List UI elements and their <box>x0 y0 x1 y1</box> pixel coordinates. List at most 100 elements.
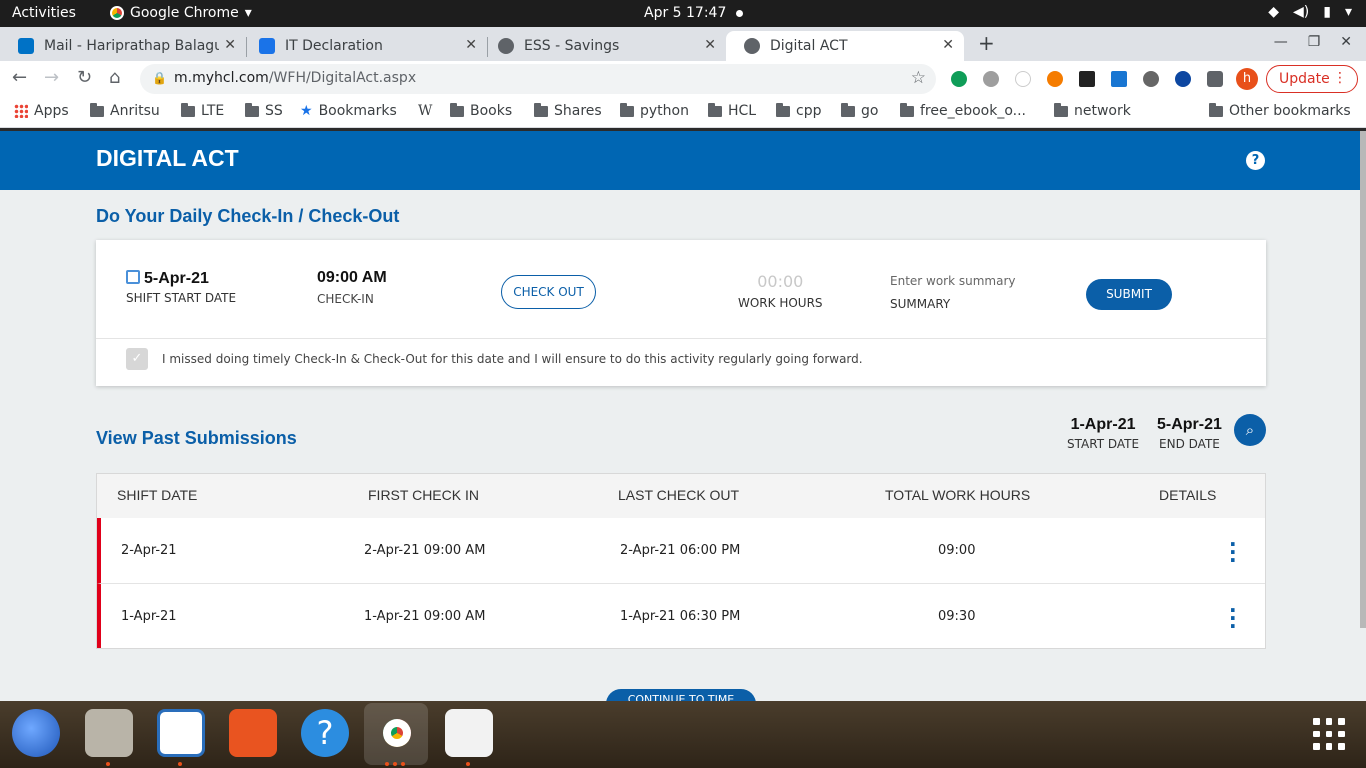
minimize-icon[interactable]: — <box>1274 34 1288 50</box>
end-date-filter[interactable]: 5-Apr-21 END DATE <box>1157 416 1222 451</box>
start-date-filter[interactable]: 1-Apr-21 START DATE <box>1067 416 1139 451</box>
chrome-icon[interactable] <box>373 709 421 757</box>
bookmark-other[interactable]: Other bookmarks <box>1209 102 1351 119</box>
bookmark-shares[interactable]: Shares <box>534 102 602 119</box>
table-row[interactable]: 1-Apr-21 1-Apr-21 09:00 AM 1-Apr-21 06:3… <box>97 583 1265 648</box>
address-bar[interactable]: 🔒 m.myhcl.com/WFH/DigitalAct.aspx ☆ <box>140 64 936 94</box>
bookmark-lte[interactable]: LTE <box>181 102 224 119</box>
show-applications-icon[interactable] <box>1313 718 1345 750</box>
bookmark-label: HCL <box>728 103 757 119</box>
extensions-puzzle-icon[interactable] <box>1207 71 1223 87</box>
summary-field[interactable]: Enter work summary SUMMARY <box>890 274 1016 311</box>
bookmark-label: SS <box>265 103 283 119</box>
dock: ? <box>0 701 1366 768</box>
profile-avatar[interactable]: h <box>1236 68 1258 90</box>
continue-button[interactable]: CONTINUE TO TIME <box>606 689 756 701</box>
column-header: DETAILS <box>1159 487 1217 503</box>
summary-input[interactable]: Enter work summary <box>890 274 1016 288</box>
extension-save-icon[interactable] <box>1111 71 1127 87</box>
extension-globe-icon[interactable] <box>983 71 999 87</box>
bookmark-python[interactable]: python <box>620 102 689 119</box>
home-icon[interactable]: ⌂ <box>109 67 120 88</box>
writer-icon[interactable] <box>157 709 205 757</box>
cell-last-check-out: 2-Apr-21 06:00 PM <box>620 543 741 558</box>
tab-mail[interactable]: Mail - Hariprathap Balagu ✕ <box>0 31 246 61</box>
help-icon[interactable]: ? <box>301 709 349 757</box>
close-icon[interactable]: ✕ <box>704 37 716 53</box>
extension-qr-icon[interactable] <box>1079 71 1095 87</box>
apps-grid-icon <box>14 104 28 118</box>
bookmark-network[interactable]: network <box>1054 102 1131 119</box>
app-menu[interactable]: Google Chrome ▾ <box>110 5 252 21</box>
extension-headphones-icon[interactable] <box>1047 71 1063 87</box>
extension-clock-icon[interactable] <box>1015 71 1031 87</box>
bookmark-label: network <box>1074 103 1131 119</box>
more-options-icon[interactable]: · · · <box>1229 534 1237 570</box>
page-title: DIGITAL ACT <box>96 145 239 171</box>
bookmark-books[interactable]: Books <box>450 102 512 119</box>
back-icon[interactable]: ← <box>12 67 27 88</box>
tab-title: IT Declaration <box>285 38 383 54</box>
bookmark-cpp[interactable]: cpp <box>776 102 821 119</box>
url-path: /WFH/DigitalAct.aspx <box>268 70 417 86</box>
notification-dot <box>736 10 743 17</box>
cell-last-check-out: 1-Apr-21 06:30 PM <box>620 609 741 624</box>
bookmark-label: python <box>640 103 689 119</box>
tab-it-declaration[interactable]: IT Declaration ✕ <box>241 31 487 61</box>
globe-icon <box>744 38 760 54</box>
bookmark-ss[interactable]: SS <box>245 102 283 119</box>
battery-icon: ▮ <box>1323 4 1331 20</box>
tab-title: ESS - Savings <box>524 38 620 54</box>
bookmark-wikipedia[interactable]: W <box>418 103 432 119</box>
bookmark-hcl[interactable]: HCL <box>708 102 757 119</box>
table-header: SHIFT DATE FIRST CHECK IN LAST CHECK OUT… <box>97 474 1265 518</box>
search-icon: ⌕ <box>1245 421 1255 439</box>
bookmark-go[interactable]: go <box>841 102 878 119</box>
files-icon[interactable] <box>85 709 133 757</box>
check-out-button[interactable]: CHECK OUT <box>501 275 596 309</box>
bookmark-bookmarks[interactable]: ★ Bookmarks <box>300 103 397 119</box>
extension-circle-icon[interactable] <box>1143 71 1159 87</box>
bookmark-apps[interactable]: Apps <box>14 103 69 119</box>
scrollbar[interactable] <box>1360 131 1366 628</box>
bookmark-free-ebook[interactable]: free_ebook_o... <box>900 102 1026 119</box>
search-button[interactable]: ⌕ <box>1234 414 1266 446</box>
bookmark-anritsu[interactable]: Anritsu <box>90 102 160 119</box>
checkin-card: 5-Apr-21 SHIFT START DATE 09:00 AM CHECK… <box>96 240 1266 386</box>
folder-icon <box>90 102 104 117</box>
forward-icon[interactable]: → <box>44 67 59 88</box>
extension-green-icon[interactable] <box>951 71 967 87</box>
submit-button[interactable]: SUBMIT <box>1086 279 1172 310</box>
tab-digital-act[interactable]: Digital ACT ✕ <box>726 31 964 61</box>
more-options-icon[interactable]: · · · <box>1229 600 1237 636</box>
help-icon[interactable]: ? <box>1246 151 1265 170</box>
work-hours-value: 00:00 <box>757 272 804 291</box>
folder-icon <box>1054 102 1068 117</box>
reload-icon[interactable]: ↻ <box>77 67 92 88</box>
restore-icon[interactable]: ❐ <box>1308 34 1321 50</box>
running-indicator <box>178 762 182 766</box>
submissions-table: SHIFT DATE FIRST CHECK IN LAST CHECK OUT… <box>96 473 1266 649</box>
cell-shift-date: 1-Apr-21 <box>121 609 177 624</box>
thunderbird-icon[interactable] <box>12 709 60 757</box>
close-icon[interactable]: ✕ <box>942 37 954 53</box>
software-center-icon[interactable] <box>229 709 277 757</box>
activities-button[interactable]: Activities <box>12 5 76 21</box>
extension-eye-icon[interactable] <box>1175 71 1191 87</box>
star-icon[interactable]: ☆ <box>911 68 926 88</box>
close-icon[interactable]: ✕ <box>465 37 477 53</box>
close-icon[interactable]: ✕ <box>224 37 236 53</box>
new-tab-button[interactable]: + <box>978 31 995 55</box>
acknowledge-checkbox[interactable]: ✓ <box>126 348 148 370</box>
tab-ess-savings[interactable]: ESS - Savings ✕ <box>480 31 726 61</box>
close-icon[interactable]: ✕ <box>1340 34 1352 50</box>
cell-total-hours: 09:30 <box>938 609 976 624</box>
tab-strip: Mail - Hariprathap Balagu ✕ IT Declarati… <box>0 27 1366 61</box>
update-button[interactable]: Update ⋮ <box>1266 65 1358 93</box>
clock[interactable]: Apr 5 17:47 <box>644 5 726 21</box>
app-menu-label: Google Chrome <box>130 5 239 21</box>
text-editor-icon[interactable] <box>445 709 493 757</box>
system-tray[interactable]: ◆ ◀) ▮ ▾ <box>1268 4 1352 20</box>
table-row[interactable]: 2-Apr-21 2-Apr-21 09:00 AM 2-Apr-21 06:0… <box>97 518 1265 583</box>
shift-start-date[interactable]: 5-Apr-21 SHIFT START DATE <box>126 270 236 305</box>
